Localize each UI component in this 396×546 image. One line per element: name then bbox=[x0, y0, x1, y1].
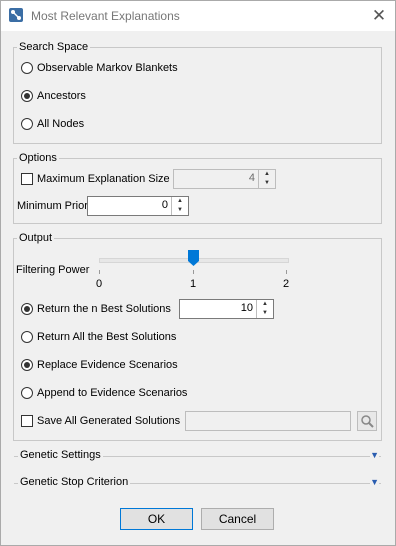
slider-tick-2 bbox=[286, 270, 287, 274]
genetic-settings-label: Genetic Settings bbox=[18, 449, 103, 461]
slider-tick-0 bbox=[99, 270, 100, 274]
radio-append-evidence-label: Append to Evidence Scenarios bbox=[37, 387, 188, 399]
magnifier-icon bbox=[360, 414, 374, 431]
radio-observable-markov-blankets[interactable] bbox=[21, 62, 33, 74]
spinner-up-icon[interactable]: ▲ bbox=[257, 300, 273, 309]
radio-return-n-best[interactable] bbox=[21, 303, 33, 315]
radio-all-nodes-label: All Nodes bbox=[37, 118, 85, 130]
max-explanation-size-value: 4 bbox=[248, 172, 255, 184]
slider-tick-1 bbox=[193, 270, 194, 274]
spinner-down-icon[interactable]: ▼ bbox=[257, 309, 273, 318]
max-explanation-size-checkbox[interactable] bbox=[21, 173, 33, 185]
save-path-field[interactable] bbox=[185, 411, 351, 431]
app-icon bbox=[9, 8, 23, 22]
options-legend: Options bbox=[17, 152, 59, 164]
output-legend: Output bbox=[17, 232, 55, 244]
filtering-power-label: Filtering Power bbox=[16, 264, 90, 276]
spinner-down-icon[interactable]: ▼ bbox=[172, 206, 188, 215]
radio-return-n-best-label: Return the n Best Solutions bbox=[37, 303, 171, 315]
save-all-checkbox[interactable] bbox=[21, 415, 33, 427]
min-prior-value: 0 bbox=[161, 199, 168, 211]
genetic-stop-section[interactable]: Genetic Stop Criterion ▼ bbox=[14, 476, 381, 490]
radio-observable-markov-blankets-label: Observable Markov Blankets bbox=[37, 62, 178, 74]
radio-append-evidence[interactable] bbox=[21, 387, 33, 399]
slider-tick-label-2: 2 bbox=[283, 278, 290, 290]
radio-ancestors-label: Ancestors bbox=[37, 90, 86, 102]
chevron-down-icon[interactable]: ▼ bbox=[370, 477, 379, 487]
radio-ancestors[interactable] bbox=[21, 90, 33, 102]
genetic-settings-section[interactable]: Genetic Settings ▼ bbox=[14, 449, 381, 463]
min-prior-spinner[interactable]: 0 ▲ ▼ bbox=[87, 196, 189, 216]
max-explanation-size-label: Maximum Explanation Size bbox=[37, 173, 170, 185]
spinner-up-icon[interactable]: ▲ bbox=[172, 197, 188, 206]
genetic-stop-label: Genetic Stop Criterion bbox=[18, 476, 131, 488]
radio-return-all-best-label: Return All the Best Solutions bbox=[37, 331, 177, 343]
n-best-value: 10 bbox=[240, 302, 253, 314]
search-space-legend: Search Space bbox=[17, 41, 91, 53]
window-title: Most Relevant Explanations bbox=[31, 9, 180, 23]
radio-replace-evidence-label: Replace Evidence Scenarios bbox=[37, 359, 178, 371]
spinner-up-icon[interactable]: ▲ bbox=[259, 170, 275, 179]
close-icon[interactable]: ✕ bbox=[367, 5, 391, 27]
ok-button[interactable]: OK bbox=[120, 508, 193, 530]
chevron-down-icon[interactable]: ▼ bbox=[370, 450, 379, 460]
n-best-arrows[interactable]: ▲ ▼ bbox=[256, 300, 273, 318]
slider-tick-label-1: 1 bbox=[190, 278, 197, 290]
max-explanation-size-arrows[interactable]: ▲ ▼ bbox=[258, 170, 275, 188]
cancel-button[interactable]: Cancel bbox=[201, 508, 274, 530]
title-bar: Most Relevant Explanations ✕ bbox=[1, 1, 395, 31]
options-group bbox=[13, 158, 382, 224]
min-prior-arrows[interactable]: ▲ ▼ bbox=[171, 197, 188, 215]
radio-replace-evidence[interactable] bbox=[21, 359, 33, 371]
radio-all-nodes[interactable] bbox=[21, 118, 33, 130]
save-all-label: Save All Generated Solutions bbox=[37, 415, 181, 427]
min-prior-label: Minimum Prior bbox=[17, 200, 88, 212]
max-explanation-size-spinner[interactable]: 4 ▲ ▼ bbox=[173, 169, 276, 189]
slider-thumb[interactable] bbox=[187, 250, 199, 266]
browse-button[interactable] bbox=[357, 411, 377, 431]
spinner-down-icon[interactable]: ▼ bbox=[259, 179, 275, 188]
radio-return-all-best[interactable] bbox=[21, 331, 33, 343]
n-best-spinner[interactable]: 10 ▲ ▼ bbox=[179, 299, 274, 319]
slider-tick-label-0: 0 bbox=[96, 278, 103, 290]
